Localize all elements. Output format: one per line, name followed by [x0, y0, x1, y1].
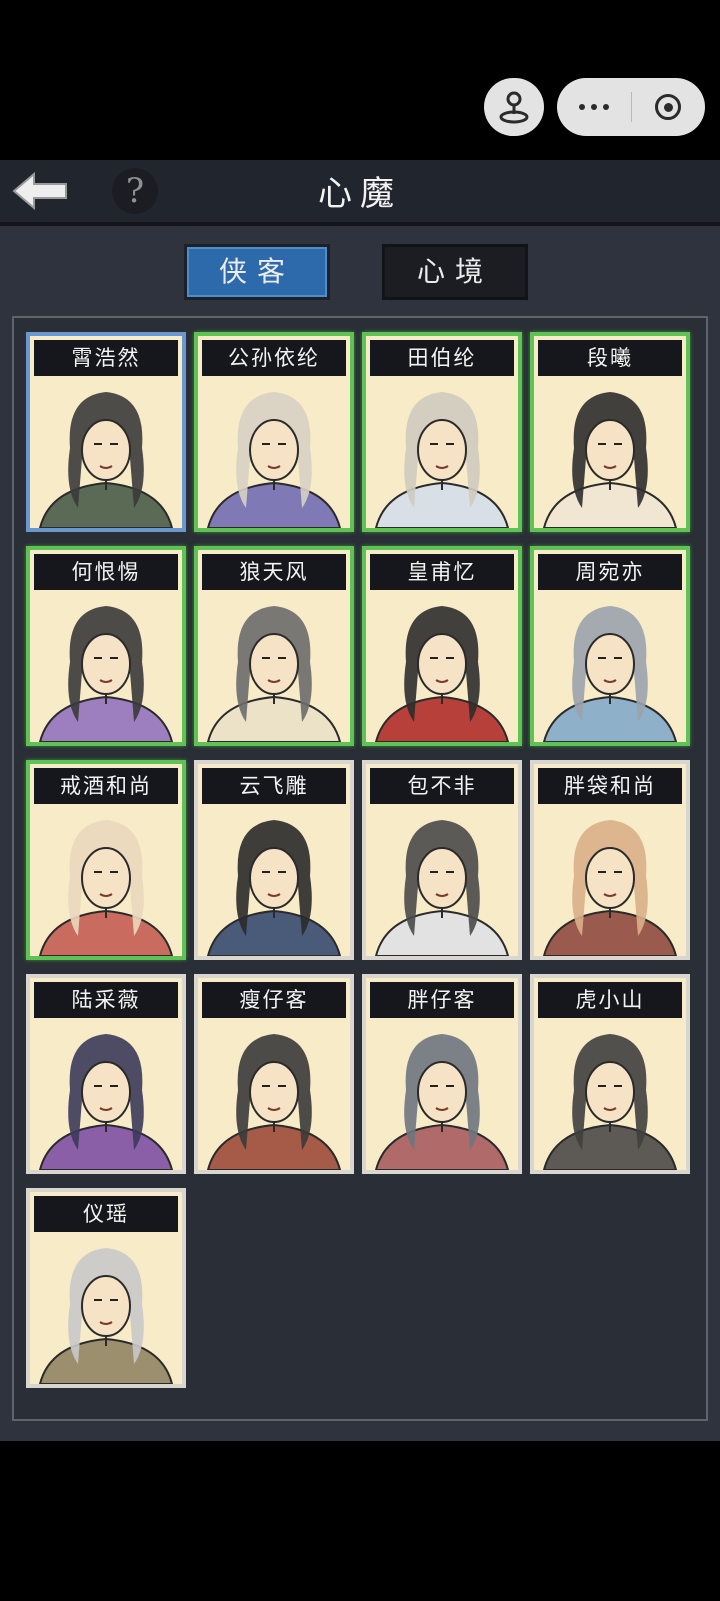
- character-name: 陆采薇: [34, 982, 178, 1018]
- character-card[interactable]: 云飞雕: [194, 760, 354, 960]
- ellipsis-icon: [578, 104, 609, 110]
- character-portrait: [366, 1020, 518, 1170]
- close-button[interactable]: [632, 78, 706, 136]
- character-card[interactable]: 皇甫忆: [362, 546, 522, 746]
- tab-xiake[interactable]: 侠客: [184, 244, 330, 300]
- character-name: 仪瑶: [34, 1196, 178, 1232]
- page-title: 心魔: [318, 174, 402, 214]
- character-portrait: [534, 592, 686, 742]
- character-name: 胖仔客: [370, 982, 514, 1018]
- character-portrait: [30, 378, 182, 528]
- character-name: 包不非: [370, 768, 514, 804]
- character-portrait: [30, 1020, 182, 1170]
- character-portrait: [198, 1020, 350, 1170]
- character-card[interactable]: 何恨惕: [26, 546, 186, 746]
- character-card[interactable]: 虎小山: [530, 974, 690, 1174]
- character-grid: 霄浩然 公孙依纶 田伯纶 段曦何恨惕 狼天风 皇甫忆 周宛亦戒酒和尚 云飞雕 包不非 胖袋和尚陆采…: [12, 316, 708, 1421]
- character-name: 胖袋和尚: [538, 768, 682, 804]
- character-name: 公孙依纶: [202, 340, 346, 376]
- character-card[interactable]: 狼天风: [194, 546, 354, 746]
- character-portrait: [30, 1234, 182, 1384]
- character-portrait: [198, 592, 350, 742]
- character-name: 虎小山: [538, 982, 682, 1018]
- screen: ? 心魔 侠客 心境 霄浩然 公孙依纶 田伯纶 段曦何恨惕 狼天风 皇甫忆 周宛亦戒酒和尚云…: [0, 0, 720, 1601]
- main-panel: 侠客 心境 霄浩然 公孙依纶 田伯纶 段曦何恨惕 狼天风 皇甫忆 周宛亦戒酒和尚 云飞雕 包不非…: [0, 226, 720, 1441]
- character-name: 田伯纶: [370, 340, 514, 376]
- character-card[interactable]: 公孙依纶: [194, 332, 354, 532]
- character-card[interactable]: 胖仔客: [362, 974, 522, 1174]
- target-icon: [655, 94, 682, 120]
- character-name: 狼天风: [202, 554, 346, 590]
- character-portrait: [198, 806, 350, 956]
- character-card[interactable]: 周宛亦: [530, 546, 690, 746]
- tab-xinjing[interactable]: 心境: [382, 244, 528, 300]
- character-card[interactable]: 包不非: [362, 760, 522, 960]
- menu-capsule: [557, 78, 705, 136]
- character-name: 瘦仔客: [202, 982, 346, 1018]
- header-bar: ? 心魔: [0, 160, 720, 226]
- character-name: 段曦: [538, 340, 682, 376]
- character-name: 戒酒和尚: [34, 768, 178, 804]
- character-portrait: [198, 378, 350, 528]
- more-button[interactable]: [557, 78, 631, 136]
- character-card[interactable]: 段曦: [530, 332, 690, 532]
- character-name: 云飞雕: [202, 768, 346, 804]
- character-card[interactable]: 戒酒和尚: [26, 760, 186, 960]
- character-card[interactable]: 仪瑶: [26, 1188, 186, 1388]
- character-portrait: [30, 806, 182, 956]
- game-controller-button[interactable]: [484, 78, 544, 136]
- character-name: 皇甫忆: [370, 554, 514, 590]
- character-portrait: [534, 806, 686, 956]
- character-portrait: [366, 592, 518, 742]
- character-card[interactable]: 胖袋和尚: [530, 760, 690, 960]
- character-card[interactable]: 陆采薇: [26, 974, 186, 1174]
- character-portrait: [30, 592, 182, 742]
- character-name: 周宛亦: [538, 554, 682, 590]
- character-portrait: [534, 1020, 686, 1170]
- character-portrait: [534, 378, 686, 528]
- character-name: 霄浩然: [34, 340, 178, 376]
- character-card[interactable]: 瘦仔客: [194, 974, 354, 1174]
- character-name: 何恨惕: [34, 554, 178, 590]
- joystick-icon: [499, 91, 529, 124]
- character-card[interactable]: 田伯纶: [362, 332, 522, 532]
- bottom-bar: [0, 1441, 720, 1601]
- character-portrait: [366, 806, 518, 956]
- character-portrait: [366, 378, 518, 528]
- character-card[interactable]: 霄浩然: [26, 332, 186, 532]
